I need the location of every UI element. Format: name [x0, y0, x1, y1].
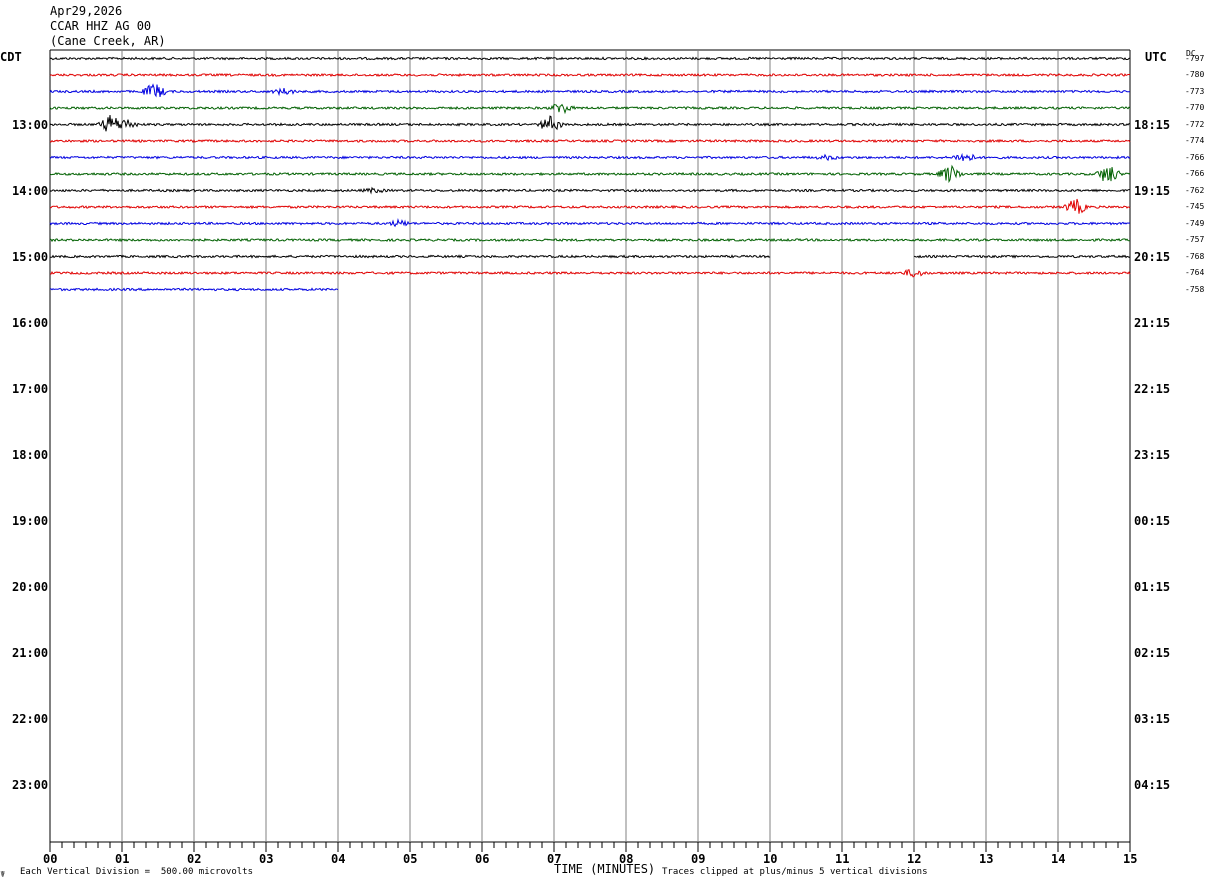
dc-offset-label: -768 — [1185, 251, 1205, 261]
right-hour-label: 00:15 — [1134, 513, 1171, 528]
left-hour-label: 15:00 — [12, 249, 49, 264]
dc-offset-label: -749 — [1185, 218, 1205, 228]
dc-offset-label: -772 — [1185, 119, 1205, 129]
seismic-trace — [49, 115, 1131, 132]
x-tick-label: 11 — [835, 852, 850, 866]
dc-offset-label: -757 — [1185, 235, 1205, 244]
right-hour-label: 18:15 — [1134, 117, 1171, 132]
x-tick-label: 10 — [763, 852, 778, 866]
left-hour-label: 14:00 — [12, 183, 49, 198]
left-hour-label: 23:00 — [12, 777, 49, 792]
right-hour-label: 20:15 — [1134, 249, 1171, 264]
dc-offset-label: -774 — [1185, 136, 1205, 145]
left-hour-label: 19:00 — [12, 513, 49, 528]
x-tick-label: 09 — [691, 852, 706, 866]
dc-offset-label: -773 — [1185, 86, 1205, 96]
x-tick-label: 06 — [475, 852, 490, 866]
dc-offset-label: -745 — [1185, 202, 1205, 211]
left-hour-label: 17:00 — [12, 381, 49, 396]
left-hour-label: 22:00 — [12, 711, 49, 726]
seismic-trace — [49, 83, 1130, 98]
x-tick-label: 12 — [907, 852, 922, 866]
seismic-trace — [49, 164, 1131, 184]
seismic-trace — [49, 217, 1131, 228]
seismic-trace — [49, 152, 1131, 162]
x-tick-label: 04 — [331, 852, 346, 866]
dc-offset-label: -770 — [1185, 103, 1205, 112]
right-hour-label: 23:15 — [1134, 447, 1171, 462]
left-hour-label: 20:00 — [12, 579, 49, 594]
right-hour-label: 01:15 — [1134, 579, 1171, 594]
left-hour-label: 13:00 — [12, 117, 49, 132]
x-axis-label: TIME (MINUTES) — [554, 862, 656, 876]
dc-offset-label: -758 — [1185, 284, 1205, 294]
x-tick-label: 14 — [1051, 852, 1066, 866]
left-hour-label: 21:00 — [12, 645, 49, 660]
seismic-trace — [49, 198, 1131, 214]
seismic-trace — [49, 103, 1131, 115]
x-tick-label: 00 — [43, 852, 58, 866]
x-tick-label: 05 — [403, 852, 418, 866]
seismic-trace — [49, 186, 1130, 195]
right-hour-label: 04:15 — [1134, 777, 1171, 792]
dc-offset-label: -780 — [1185, 70, 1205, 79]
left-hour-label: 16:00 — [12, 315, 49, 330]
dc-offset-label: -762 — [1185, 185, 1205, 195]
seismic-trace — [49, 138, 1131, 144]
right-hour-label: 21:15 — [1134, 315, 1171, 330]
x-tick-label: 15 — [1123, 852, 1138, 866]
helicorder-plot — [49, 49, 1131, 852]
right-hour-label: 22:15 — [1134, 381, 1171, 396]
right-hour-label: 19:15 — [1134, 183, 1171, 198]
seismic-trace — [49, 237, 1131, 243]
logo-mark: ☤ — [0, 870, 6, 880]
right-hour-label: 02:15 — [1134, 645, 1171, 660]
seismic-trace — [49, 56, 1131, 61]
seismic-trace — [914, 254, 1131, 259]
dc-offset-label: -764 — [1185, 268, 1205, 277]
seismic-trace — [49, 269, 1131, 278]
left-hour-label: 18:00 — [12, 447, 49, 462]
dc-offset-label: -797 — [1185, 53, 1205, 63]
x-tick-label: 13 — [979, 852, 994, 866]
x-tick-label: 02 — [187, 852, 202, 866]
scale-note: Each Vertical Division = 500.00 microvol… — [20, 867, 253, 877]
right-hour-label: 03:15 — [1134, 711, 1171, 726]
clip-note: Traces clipped at plus/minus 5 vertical … — [662, 867, 928, 877]
x-tick-label: 01 — [115, 852, 130, 866]
seismic-trace — [49, 72, 1131, 78]
dc-offset-label: -766 — [1185, 169, 1205, 178]
dc-offset-label: -766 — [1185, 152, 1205, 162]
x-tick-label: 03 — [259, 852, 274, 866]
